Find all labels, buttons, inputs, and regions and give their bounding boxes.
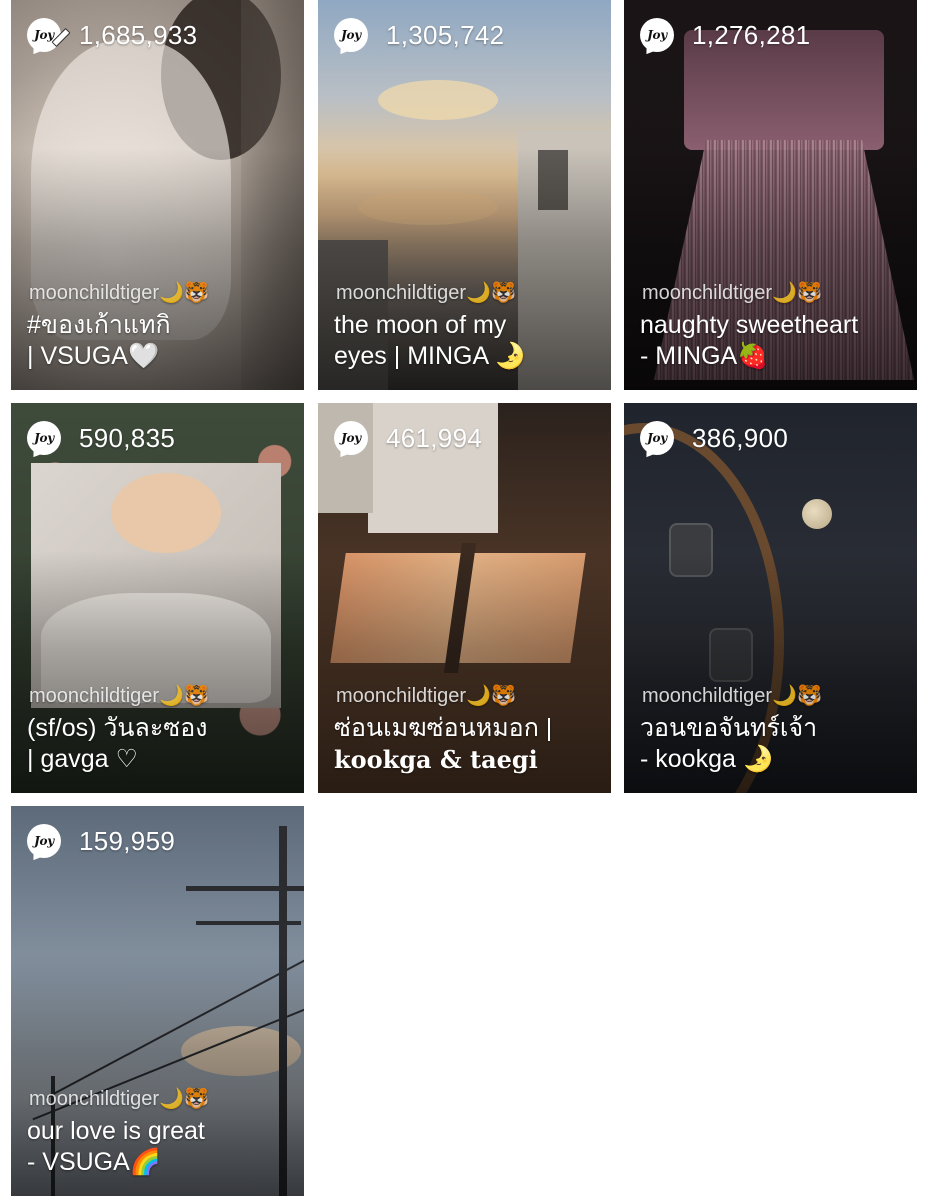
card-header: Joy 386,900 (640, 421, 788, 455)
story-title-line-1: our love is great (27, 1117, 205, 1145)
joy-speech-bubble-icon: Joy (334, 18, 368, 52)
card-header: Joy 461,994 (334, 421, 482, 455)
story-title-line-1: #ของเก้าแทกิ (27, 311, 171, 339)
story-title[interactable]: (sf/os) วันละซอง | gavga ♡ (27, 713, 292, 775)
story-title-line-2: - kookga 🌛 (640, 745, 774, 773)
author-name[interactable]: moonchildtiger🌙🐯 (29, 1086, 209, 1111)
story-title-line-1: (sf/os) วันละซอง (27, 714, 208, 742)
view-count: 461,994 (386, 422, 483, 453)
joy-speech-bubble-icon: Joy (334, 421, 368, 455)
card-header: Joy 590,835 (27, 421, 175, 455)
story-title-line-2: - MINGA🍓 (640, 342, 769, 370)
card-header: Joy 1,305,742 (334, 18, 504, 52)
story-card-4[interactable]: Joy 590,835 moonchildtiger🌙🐯 (sf/os) วัน… (11, 403, 304, 793)
card-header: Joy 1,685,933 (27, 18, 197, 52)
view-count: 590,835 (79, 422, 176, 453)
story-title-line-2: | VSUGA🤍 (27, 342, 160, 370)
story-card-7[interactable]: Joy 159,959 moonchildtiger🌙🐯 our love is… (11, 806, 304, 1196)
card-header: Joy 1,276,281 (640, 18, 810, 52)
story-title-line-2: | gavga ♡ (27, 745, 138, 773)
story-title[interactable]: naughty sweetheart - MINGA🍓 (640, 310, 905, 372)
joy-speech-bubble-icon: Joy (27, 421, 61, 455)
story-title-line-1: the moon of my (334, 311, 507, 339)
author-name[interactable]: moonchildtiger🌙🐯 (29, 280, 209, 305)
view-count: 159,959 (79, 825, 176, 856)
view-count: 1,305,742 (386, 19, 505, 50)
story-title[interactable]: วอนขอจันทร์เจ้า - kookga 🌛 (640, 713, 905, 775)
story-card-5[interactable]: Joy 461,994 moonchildtiger🌙🐯 ซ่อนเมฆซ่อน… (318, 403, 611, 793)
story-title-line-1: naughty sweetheart (640, 311, 859, 339)
story-title[interactable]: the moon of my eyes | MINGA 🌛 (334, 310, 599, 372)
author-name[interactable]: moonchildtiger🌙🐯 (642, 683, 822, 708)
story-title-line-2: eyes | MINGA 🌛 (334, 342, 526, 370)
author-name[interactable]: moonchildtiger🌙🐯 (642, 280, 822, 305)
author-name[interactable]: moonchildtiger🌙🐯 (336, 280, 516, 305)
joy-speech-bubble-icon: Joy (640, 18, 674, 52)
joy-speech-bubble-icon: Joy (640, 421, 674, 455)
story-title-line-2: - VSUGA🌈 (27, 1148, 161, 1176)
view-count: 386,900 (692, 422, 789, 453)
story-title-line-2: kookga & taegi (334, 745, 538, 774)
story-card-2[interactable]: Joy 1,305,742 moonchildtiger🌙🐯 the moon … (318, 0, 611, 390)
view-count: 1,276,281 (692, 19, 811, 50)
view-count: 1,685,933 (79, 19, 198, 50)
story-card-3[interactable]: Joy 1,276,281 moonchildtiger🌙🐯 naughty s… (624, 0, 917, 390)
story-title[interactable]: ซ่อนเมฆซ่อนหมอก | kookga & taegi (334, 713, 599, 775)
story-card-6[interactable]: Joy 386,900 moonchildtiger🌙🐯 วอนขอจันทร์… (624, 403, 917, 793)
story-title-line-1: ซ่อนเมฆซ่อนหมอก | (334, 714, 553, 742)
story-title[interactable]: #ของเก้าแทกิ | VSUGA🤍 (27, 310, 292, 372)
story-card-1[interactable]: Joy 1,685,933 moonchildtiger🌙🐯 #ของเก้าแ… (11, 0, 304, 390)
story-title-line-1: วอนขอจันทร์เจ้า (640, 714, 818, 742)
joy-speech-bubble-icon: Joy (27, 824, 61, 858)
story-title[interactable]: our love is great - VSUGA🌈 (27, 1116, 292, 1178)
card-header: Joy 159,959 (27, 824, 175, 858)
author-name[interactable]: moonchildtiger🌙🐯 (29, 683, 209, 708)
author-name[interactable]: moonchildtiger🌙🐯 (336, 683, 516, 708)
